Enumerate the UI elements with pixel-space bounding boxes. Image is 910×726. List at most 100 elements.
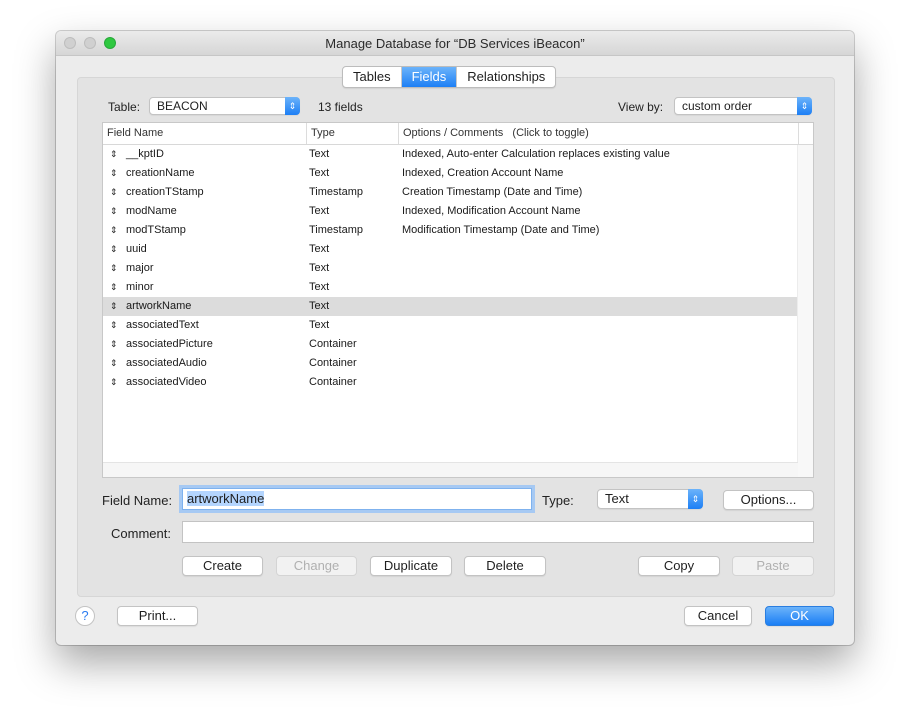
table-label: Table:: [108, 100, 141, 114]
field-name-cell: associatedAudio: [126, 357, 207, 369]
field-name-cell: modTStamp: [126, 224, 186, 236]
print-button[interactable]: Print...: [117, 606, 198, 626]
cancel-button[interactable]: Cancel: [684, 606, 752, 626]
duplicate-button[interactable]: Duplicate: [370, 556, 452, 576]
field-options-cell: Indexed, Auto-enter Calculation replaces…: [402, 148, 670, 160]
view-by-label: View by:: [618, 100, 664, 114]
view-by-select[interactable]: custom order ⇕: [674, 97, 812, 115]
field-type-cell: Text: [309, 205, 330, 217]
table-row[interactable]: ⇕ __kptID Text Indexed, Auto-enter Calculat…: [103, 145, 798, 164]
create-button[interactable]: Create: [182, 556, 263, 576]
drag-handle-icon[interactable]: ⇕: [110, 202, 118, 221]
comment-input[interactable]: [182, 521, 814, 543]
column-header-spacer: [798, 123, 813, 144]
field-count: 13 fields: [318, 100, 363, 114]
field-name-cell: associatedText: [126, 319, 199, 331]
table-row[interactable]: ⇕ modName Text Indexed, Modification Accoun…: [103, 202, 798, 221]
drag-handle-icon[interactable]: ⇕: [110, 240, 118, 259]
field-name-cell: creationName: [126, 167, 195, 179]
tab-tables[interactable]: Tables: [343, 67, 402, 87]
field-name-cell: associatedPicture: [126, 338, 213, 350]
change-button[interactable]: Change: [276, 556, 357, 576]
field-name-cell: artworkName: [126, 300, 192, 312]
field-options-cell: Indexed, Modification Account Name: [402, 205, 581, 217]
field-name-input[interactable]: artworkName: [182, 488, 532, 510]
field-type-cell: Timestamp: [309, 224, 363, 236]
drag-handle-icon[interactable]: ⇕: [110, 183, 118, 202]
field-name-cell: minor: [126, 281, 154, 293]
tab-bar: Tables Fields Relationships: [342, 66, 557, 88]
window-title: Manage Database for “DB Services iBeacon…: [325, 36, 585, 51]
options-button[interactable]: Options...: [723, 490, 814, 510]
fields-table: Field Name Type Options / Comments (Clic…: [102, 122, 814, 478]
type-label: Type:: [542, 493, 574, 508]
drag-handle-icon[interactable]: ⇕: [110, 354, 118, 373]
table-rows: ⇕ __kptID Text Indexed, Auto-enter Calculat…: [103, 145, 798, 392]
table-row[interactable]: ⇕ artworkName Text: [103, 297, 798, 316]
updown-arrows-icon: ⇕: [285, 97, 300, 115]
field-type-cell: Container: [309, 338, 357, 350]
field-options-cell: Indexed, Creation Account Name: [402, 167, 564, 179]
table-row[interactable]: ⇕ creationTStamp Timestamp Creation Timesta…: [103, 183, 798, 202]
drag-handle-icon[interactable]: ⇕: [110, 221, 118, 240]
delete-button[interactable]: Delete: [464, 556, 546, 576]
updown-arrows-icon: ⇕: [688, 489, 703, 509]
field-name-cell: major: [126, 262, 154, 274]
drag-handle-icon[interactable]: ⇕: [110, 373, 118, 392]
table-row[interactable]: ⇕ creationName Text Indexed, Creation Accou…: [103, 164, 798, 183]
table-row[interactable]: ⇕ minor Text: [103, 278, 798, 297]
drag-handle-icon[interactable]: ⇕: [110, 335, 118, 354]
field-type-cell: Text: [309, 262, 330, 274]
drag-handle-icon[interactable]: ⇕: [110, 164, 118, 183]
field-options-cell: Creation Timestamp (Date and Time): [402, 186, 583, 198]
paste-button[interactable]: Paste: [732, 556, 814, 576]
ok-button[interactable]: OK: [765, 606, 834, 626]
horizontal-scrollbar[interactable]: [103, 462, 798, 477]
table-select[interactable]: BEACON ⇕: [149, 97, 300, 115]
drag-handle-icon[interactable]: ⇕: [110, 316, 118, 335]
field-type-cell: Text: [309, 167, 330, 179]
table-select-value: BEACON: [157, 99, 208, 113]
table-row[interactable]: ⇕ associatedAudio Container: [103, 354, 798, 373]
field-type-cell: Container: [309, 357, 357, 369]
type-select[interactable]: Text ⇕: [597, 489, 703, 509]
field-name-cell: associatedVideo: [126, 376, 207, 388]
vertical-scrollbar[interactable]: [797, 145, 813, 477]
drag-handle-icon[interactable]: ⇕: [110, 145, 118, 164]
field-type-cell: Text: [309, 300, 330, 312]
drag-handle-icon[interactable]: ⇕: [110, 297, 118, 316]
field-name-value: artworkName: [187, 491, 265, 506]
field-options-cell: Modification Timestamp (Date and Time): [402, 224, 600, 236]
manage-database-window: Manage Database for “DB Services iBeacon…: [56, 31, 854, 645]
view-by-select-value: custom order: [682, 99, 753, 113]
drag-handle-icon[interactable]: ⇕: [110, 278, 118, 297]
table-row[interactable]: ⇕ associatedText Text: [103, 316, 798, 335]
tab-fields[interactable]: Fields: [401, 67, 458, 87]
type-select-value: Text: [605, 491, 629, 506]
comment-label: Comment:: [111, 526, 171, 541]
field-name-cell: creationTStamp: [126, 186, 204, 198]
copy-button[interactable]: Copy: [638, 556, 720, 576]
column-header-options[interactable]: Options / Comments (Click to toggle): [398, 123, 798, 144]
title-bar[interactable]: Manage Database for “DB Services iBeacon…: [56, 31, 854, 56]
table-row[interactable]: ⇕ associatedVideo Container: [103, 373, 798, 392]
table-row[interactable]: ⇕ major Text: [103, 259, 798, 278]
help-button[interactable]: ?: [75, 606, 95, 626]
field-type-cell: Text: [309, 319, 330, 331]
drag-handle-icon[interactable]: ⇕: [110, 259, 118, 278]
table-row[interactable]: ⇕ modTStamp Timestamp Modification Timestam…: [103, 221, 798, 240]
column-header-type[interactable]: Type: [306, 123, 398, 144]
tab-relationships[interactable]: Relationships: [457, 67, 555, 87]
field-type-cell: Text: [309, 243, 330, 255]
field-name-label: Field Name:: [102, 493, 173, 508]
field-type-cell: Text: [309, 148, 330, 160]
table-row[interactable]: ⇕ uuid Text: [103, 240, 798, 259]
field-name-cell: modName: [126, 205, 177, 217]
table-row[interactable]: ⇕ associatedPicture Container: [103, 335, 798, 354]
column-header-field-name[interactable]: Field Name: [103, 123, 306, 144]
field-name-cell: uuid: [126, 243, 147, 255]
field-type-cell: Timestamp: [309, 186, 363, 198]
field-name-cell: __kptID: [126, 148, 164, 160]
field-type-cell: Text: [309, 281, 330, 293]
updown-arrows-icon: ⇕: [797, 97, 812, 115]
